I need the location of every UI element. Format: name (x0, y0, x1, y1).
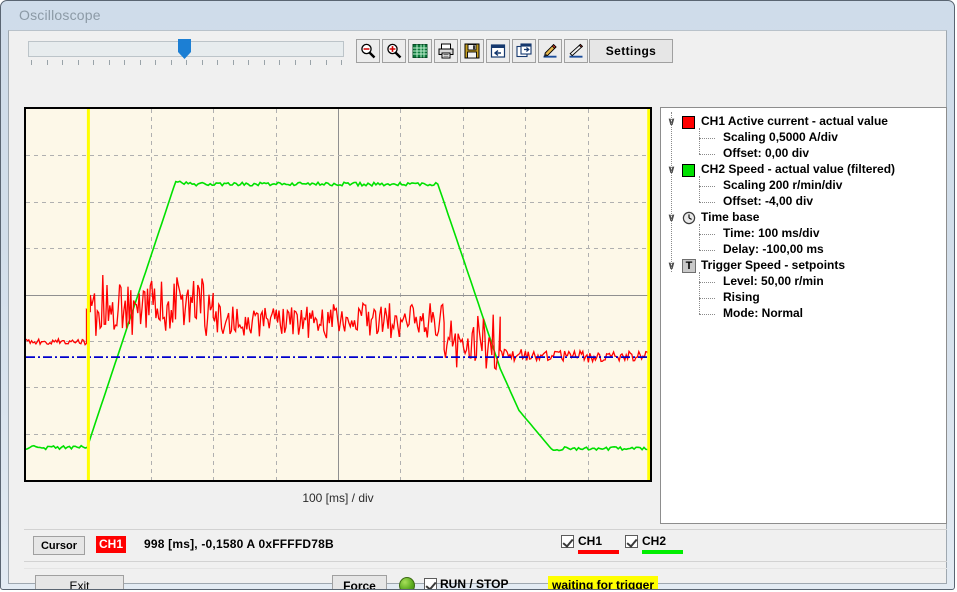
scope-plot[interactable] (24, 107, 652, 482)
slider-ticks (28, 60, 344, 68)
clock-icon (682, 211, 696, 225)
time-position-slider[interactable] (28, 39, 346, 71)
load-window-icon[interactable] (486, 39, 510, 63)
tree-node-label: CH2 Speed - actual value (filtered) (701, 162, 896, 176)
tree-child-label: Scaling 0,5000 A/div (723, 130, 838, 144)
ch2-color-bar (642, 550, 683, 554)
cursor-status-bar: Cursor CH1 998 [ms], -0,1580 A 0xFFFFD78… (24, 529, 947, 562)
cursor-channel-badge: CH1 (96, 536, 127, 553)
tree-connector (699, 250, 715, 252)
tree-connector (699, 154, 715, 156)
oscilloscope-window: Oscilloscope Settings 100 [ms] / div ∨ C… (0, 0, 955, 590)
exit-button-label: Exit (69, 578, 90, 590)
window-title: Oscilloscope (19, 7, 101, 23)
ch2-label: CH2 (642, 534, 667, 548)
window-client-area: Settings 100 [ms] / div ∨ CH1 Active curr… (8, 30, 947, 589)
ch1-label: CH1 (578, 534, 603, 548)
save-icon[interactable] (460, 39, 484, 63)
tree-node-label: Trigger Speed - setpoints (701, 258, 846, 272)
zoom-in-icon[interactable] (382, 39, 406, 63)
tree-node-0[interactable]: ∨ CH1 Active current - actual value (661, 114, 946, 130)
ch1-checkbox[interactable] (561, 535, 574, 548)
run-stop-checkbox[interactable] (424, 578, 437, 589)
tree-child-label: Level: 50,00 r/min (723, 274, 824, 288)
channel-settings-tree[interactable]: ∨ CH1 Active current - actual value Scalin… (660, 107, 947, 524)
tree-child-label: Offset: -4,00 div (723, 194, 814, 208)
tree-node-1[interactable]: ∨ CH2 Speed - actual value (filtered) (661, 162, 946, 178)
trigger-t-icon: T (682, 259, 696, 273)
tree-connector (699, 128, 701, 154)
cursor-button[interactable]: Cursor (33, 536, 85, 555)
tree-connector (699, 176, 701, 202)
tree-child-label: Offset: 0,00 div (723, 146, 810, 160)
tree-connector (699, 298, 715, 300)
tree-connector (699, 224, 701, 250)
x-axis-label: 100 [ms] / div (302, 491, 374, 505)
tree-connector (699, 272, 701, 314)
run-stop-label: RUN / STOP (440, 577, 509, 590)
cursor-readout: 998 [ms], -0,1580 A 0xFFFFD78B (144, 537, 334, 551)
tree-child-label: Mode: Normal (723, 306, 804, 320)
trigger-status-badge: waiting for trigger (548, 576, 658, 589)
ruler-icon[interactable] (564, 39, 588, 63)
tree-connector (699, 186, 715, 188)
bottom-control-bar: Exit Force RUN / STOP waiting for trigge… (24, 568, 947, 590)
tree-node-2[interactable]: ∨ Time base (661, 210, 946, 226)
window-titlebar: Oscilloscope (1, 1, 954, 31)
tree-connector (699, 138, 715, 140)
copy-window-icon[interactable] (512, 39, 536, 63)
tree-child-label: Time: 100 ms/div (723, 226, 820, 240)
tree-connector (699, 282, 715, 284)
tree-connector (699, 202, 715, 204)
pencil-icon[interactable] (538, 39, 562, 63)
tree-child-label: Rising (723, 290, 760, 304)
channel-color-swatch (682, 116, 695, 129)
tree-connector (671, 112, 673, 272)
tree-child-label: Delay: -100,00 ms (723, 242, 824, 256)
tree-node-label: CH1 Active current - actual value (701, 114, 888, 128)
zoom-out-icon[interactable] (356, 39, 380, 63)
ch1-color-bar (578, 550, 619, 554)
force-trigger-button[interactable]: Force (332, 575, 387, 589)
toolbar: Settings (9, 31, 946, 75)
exit-button[interactable]: Exit (35, 575, 124, 590)
waveform-canvas (26, 109, 650, 480)
tree-node-label: Time base (701, 210, 760, 224)
tree-child-label: Scaling 200 r/min/div (723, 178, 843, 192)
ch2-checkbox[interactable] (625, 535, 638, 548)
print-icon[interactable] (434, 39, 458, 63)
tree-node-3[interactable]: ∨ T Trigger Speed - setpoints (661, 258, 946, 274)
export-excel-icon[interactable] (408, 39, 432, 63)
run-status-led (399, 577, 415, 589)
tree-connector (699, 234, 715, 236)
channel-color-swatch (682, 164, 695, 177)
settings-button[interactable]: Settings (589, 39, 673, 63)
tree-connector (699, 314, 715, 316)
